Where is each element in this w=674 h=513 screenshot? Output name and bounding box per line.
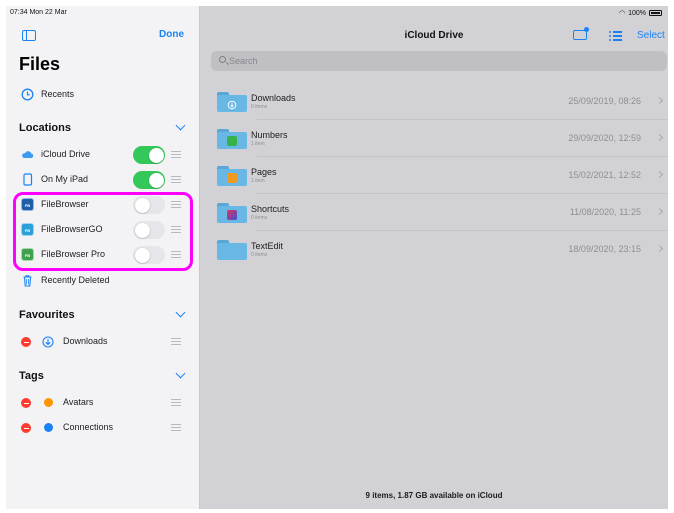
tag-color-dot — [44, 398, 53, 407]
folder-icon — [217, 129, 247, 149]
icloud-icon — [22, 151, 34, 158]
folder-item-count: 0 items — [251, 104, 268, 110]
folder-item-count: 1 item — [251, 141, 265, 147]
folder-row-downloads[interactable]: Downloads 0 items 25/09/2019, 08:26 — [211, 84, 668, 120]
status-time: 07:34 Mon 22 Mar — [10, 9, 67, 16]
folder-row-shortcuts[interactable]: Shortcuts 0 items 11/08/2020, 11:25 — [211, 195, 668, 231]
sidebar-item-label: On My iPad — [41, 174, 89, 184]
reorder-grip-icon[interactable] — [171, 424, 181, 431]
chevron-down-icon[interactable] — [175, 307, 186, 318]
folder-icon — [217, 166, 247, 186]
folder-date: 11/08/2020, 11:25 — [569, 207, 641, 217]
page-title: Files — [19, 54, 61, 74]
folder-date: 29/09/2020, 12:59 — [568, 133, 641, 143]
search-icon — [219, 56, 226, 63]
chevron-down-icon[interactable] — [175, 120, 186, 131]
highlight-box — [13, 192, 193, 271]
folder-item-count: 0 items — [251, 252, 268, 258]
folder-row-pages[interactable]: Pages 1 item 15/02/2021, 12:52 — [211, 158, 668, 194]
row-divider — [257, 193, 668, 194]
sidebar-item-label: Connections — [63, 422, 114, 432]
sidebar-item-recently-deleted[interactable]: Recently Deleted — [6, 270, 199, 292]
on-my-ipad-toggle[interactable] — [133, 171, 165, 189]
sidebar-item-tag-connections[interactable]: Connections — [6, 417, 199, 439]
chevron-right-icon — [655, 207, 664, 216]
sidebar-item-label: Downloads — [63, 336, 108, 346]
folder-row-numbers[interactable]: Numbers 1 item 29/09/2020, 12:59 — [211, 121, 668, 157]
sidebar-item-icloud-drive[interactable]: iCloud Drive — [6, 144, 199, 166]
folder-name: Shortcuts — [251, 204, 290, 214]
chevron-right-icon — [655, 244, 664, 253]
storage-summary: 9 items, 1.87 GB available on iCloud — [365, 491, 503, 500]
battery-icon — [649, 10, 662, 16]
sidebar-item-label: Avatars — [63, 397, 94, 407]
search-input[interactable]: Search — [211, 51, 667, 71]
sidebar: Done Files Recents Locations iCloud Driv… — [6, 6, 200, 509]
new-folder-icon[interactable] — [573, 27, 589, 40]
ipad-screen: 07:34 Mon 22 Mar ◠ 100% Done Files Recen… — [6, 6, 668, 509]
locations-header: Locations — [19, 122, 71, 134]
shortcuts-app-icon — [227, 210, 237, 220]
chevron-right-icon — [655, 133, 664, 142]
done-button[interactable]: Done — [159, 29, 184, 40]
folder-date: 18/09/2020, 23:15 — [568, 244, 641, 254]
folder-date: 25/09/2019, 08:26 — [568, 96, 641, 106]
location-title: iCloud Drive — [404, 30, 464, 41]
sidebar-item-tag-avatars[interactable]: Avatars — [6, 392, 199, 414]
sidebar-item-label: Recents — [41, 89, 75, 99]
folder-row-textedit[interactable]: TextEdit 0 items 18/09/2020, 23:15 — [211, 232, 668, 268]
folder-name: Downloads — [251, 93, 296, 103]
toggle-knob — [148, 172, 164, 188]
sidebar-item-label: iCloud Drive — [41, 149, 91, 159]
reorder-grip-icon[interactable] — [171, 338, 181, 345]
downloads-badge-icon — [227, 100, 237, 110]
sidebar-item-label: Recently Deleted — [41, 275, 110, 285]
wifi-icon: ◠ — [618, 10, 626, 17]
clock-icon — [21, 88, 34, 101]
folder-icon — [217, 203, 247, 223]
folder-name: TextEdit — [251, 241, 284, 251]
row-divider — [257, 119, 668, 120]
folder-icon — [217, 240, 247, 260]
row-divider — [257, 156, 668, 157]
chevron-right-icon — [655, 96, 664, 105]
sidebar-item-downloads[interactable]: Downloads — [6, 331, 199, 353]
favourites-header: Favourites — [19, 309, 75, 321]
delete-minus-icon[interactable] — [21, 398, 31, 408]
folder-item-count: 0 items — [251, 215, 268, 221]
folder-icon — [217, 92, 247, 112]
sidebar-toggle-icon[interactable] — [22, 30, 36, 41]
pages-app-icon — [227, 173, 237, 183]
tag-color-dot — [44, 423, 53, 432]
folder-name: Pages — [251, 167, 277, 177]
search-placeholder: Search — [229, 56, 258, 66]
row-divider — [257, 230, 668, 231]
folder-name: Numbers — [251, 130, 288, 140]
chevron-right-icon — [655, 170, 664, 179]
numbers-app-icon — [227, 136, 237, 146]
toggle-knob — [148, 147, 164, 163]
battery-percent: 100% — [628, 9, 646, 17]
ipad-icon — [23, 173, 33, 186]
folder-item-count: 1 item — [251, 178, 265, 184]
tags-header: Tags — [19, 370, 44, 382]
chevron-down-icon[interactable] — [175, 368, 186, 379]
list-view-icon[interactable] — [609, 31, 622, 41]
delete-minus-icon[interactable] — [21, 337, 31, 347]
reorder-grip-icon[interactable] — [171, 399, 181, 406]
status-bar: 07:34 Mon 22 Mar ◠ 100% — [6, 6, 668, 20]
reorder-grip-icon[interactable] — [171, 151, 181, 158]
folder-date: 15/02/2021, 12:52 — [568, 170, 641, 180]
icloud-drive-toggle[interactable] — [133, 146, 165, 164]
main-pane: iCloud Drive Select Search Downloads 0 i… — [200, 6, 668, 509]
sidebar-item-recents[interactable]: Recents — [6, 84, 199, 106]
trash-icon — [23, 275, 32, 287]
sidebar-item-on-my-ipad[interactable]: On My iPad — [6, 169, 199, 191]
delete-minus-icon[interactable] — [21, 423, 31, 433]
reorder-grip-icon[interactable] — [171, 176, 181, 183]
status-right: ◠ 100% — [619, 9, 662, 17]
download-circle-icon — [42, 336, 54, 348]
select-button[interactable]: Select — [637, 30, 665, 41]
